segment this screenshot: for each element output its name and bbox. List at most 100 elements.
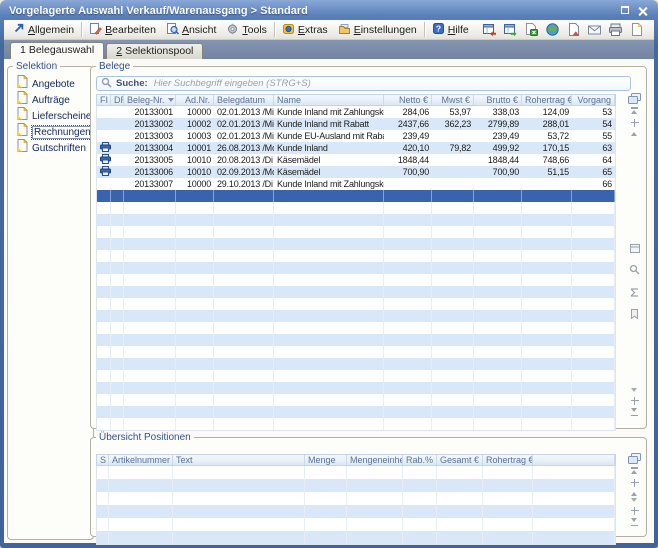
- search-input[interactable]: [152, 78, 626, 90]
- email-icon[interactable]: [587, 22, 602, 37]
- collapse-row-icon[interactable]: [629, 506, 640, 515]
- cell-ad_nr: [176, 418, 214, 430]
- menu-allgemein[interactable]: Allgemein: [8, 21, 79, 38]
- move-down-icon[interactable]: [629, 385, 640, 394]
- column-chooser-icon[interactable]: [628, 92, 641, 104]
- sidebar-item-gutschriften[interactable]: Gutschriften: [8, 140, 93, 156]
- globe-icon[interactable]: [545, 22, 560, 37]
- column-chooser-icon[interactable]: [628, 452, 641, 464]
- toolbar-icons: [482, 22, 644, 37]
- column-header-filler[interactable]: [533, 455, 615, 465]
- cell-rab: [403, 479, 437, 492]
- column-header-netto[interactable]: Netto €: [384, 95, 432, 105]
- table-row[interactable]: 201330021000202.01.2013 /MiKunde Inland …: [97, 118, 615, 130]
- cell-mwst: [432, 154, 474, 166]
- cell-text: [173, 479, 305, 492]
- cell-mwst: [432, 334, 474, 346]
- column-header-ad_nr[interactable]: Ad.Nr.: [176, 95, 214, 105]
- column-header-mwst[interactable]: Mwst €: [432, 95, 474, 105]
- menu-hilfe[interactable]: ? Hilfe: [427, 21, 474, 39]
- scroll-to-top-icon[interactable]: [629, 107, 640, 116]
- selected-row[interactable]: [97, 190, 615, 202]
- column-header-dr[interactable]: DR: [111, 95, 124, 105]
- scroll-to-bottom-icon[interactable]: [629, 407, 640, 416]
- cell-netto: [384, 262, 432, 274]
- sum-icon[interactable]: [630, 284, 639, 302]
- pdf-document-icon[interactable]: [566, 22, 581, 37]
- table-row[interactable]: 201330031000302.01.2013 /MiKunde EU-Ausl…: [97, 130, 615, 142]
- cell-fi: [97, 178, 111, 190]
- cell-brutto: [474, 286, 522, 298]
- cell-vorgang: [572, 334, 615, 346]
- cell-dr: [111, 382, 124, 394]
- column-header-rab[interactable]: Rab.%: [403, 455, 437, 465]
- positionen-grid-header: SArtikelnummerTextMengeMengeneinheitRab.…: [96, 454, 616, 466]
- restore-button[interactable]: [618, 5, 632, 17]
- bookmark-icon[interactable]: [630, 306, 639, 324]
- cell-name: [274, 190, 384, 202]
- table-row[interactable]: 201330041000126.08.2013 /MoKunde Inland4…: [97, 142, 615, 154]
- table-row[interactable]: 201330051001020.08.2013 /DiKäsemädel1848…: [97, 154, 615, 166]
- cell-beleg_nr: [124, 190, 176, 202]
- cell-beleg_nr: [124, 334, 176, 346]
- table-row[interactable]: 201330071000029.10.2013 /DiKunde Inland …: [97, 178, 615, 190]
- table-row[interactable]: 201330061001002.09.2013 /MoKäsemädel700,…: [97, 166, 615, 178]
- sidebar-item-lieferscheine[interactable]: Lieferscheine: [8, 108, 93, 124]
- sidebar-item-rechnungen[interactable]: Rechnungen: [8, 124, 93, 140]
- column-header-s[interactable]: S: [97, 455, 109, 465]
- cell-netto: [384, 370, 432, 382]
- column-header-menge[interactable]: Menge: [305, 455, 347, 465]
- column-header-brutto[interactable]: Brutto €: [474, 95, 522, 105]
- cell-netto: [384, 418, 432, 430]
- menu-extras[interactable]: Extras: [277, 21, 333, 39]
- cell-ad_nr: [176, 190, 214, 202]
- scroll-to-bottom-icon[interactable]: [629, 517, 640, 526]
- print-icon[interactable]: [608, 22, 623, 37]
- cell-netto: [384, 382, 432, 394]
- new-document-icon[interactable]: [629, 22, 644, 37]
- cell-ad_nr: [176, 394, 214, 406]
- menu-bearbeiten[interactable]: Bearbeiten: [84, 21, 161, 39]
- menu-einstellungen[interactable]: Einstellungen: [333, 21, 422, 39]
- scroll-to-top-icon[interactable]: [629, 467, 640, 476]
- menu-ansicht[interactable]: Ansicht: [161, 21, 221, 39]
- menu-tools[interactable]: Tools: [221, 21, 272, 39]
- column-header-text[interactable]: Text: [173, 455, 305, 465]
- column-header-mengeneinheit[interactable]: Mengeneinheit: [347, 455, 403, 465]
- cell-mwst: [432, 166, 474, 178]
- cell-netto: [384, 250, 432, 262]
- empty-row: [97, 479, 615, 492]
- column-header-belegdatum[interactable]: Belegdatum: [214, 95, 274, 105]
- cell-ad_nr: 10003: [176, 130, 214, 142]
- import-table-icon[interactable]: [482, 22, 497, 37]
- cell-beleg_nr: [124, 358, 176, 370]
- export-table-icon[interactable]: [503, 22, 518, 37]
- collapse-row-icon[interactable]: [629, 396, 640, 405]
- expand-row-icon[interactable]: [629, 478, 640, 487]
- column-header-rohertrag[interactable]: Rohertrag €: [483, 455, 533, 465]
- cell-artikelnummer: [109, 505, 173, 518]
- cell-name: [274, 286, 384, 298]
- cell-mwst: [432, 382, 474, 394]
- excel-export-icon[interactable]: [524, 22, 539, 37]
- preview-panel-icon[interactable]: [630, 240, 640, 258]
- column-header-vorgang[interactable]: Vorgang: [572, 95, 615, 105]
- tab-belegauswahl[interactable]: 1Belegauswahl: [10, 42, 104, 59]
- move-down-icon[interactable]: [629, 495, 640, 504]
- column-header-rohertrag[interactable]: Rohertrag €: [522, 95, 572, 105]
- tab-selektionspool[interactable]: 2Selektionspool: [106, 43, 203, 59]
- cell-netto: [384, 202, 432, 214]
- cell-rohertrag: 53,72: [522, 130, 572, 142]
- column-header-name[interactable]: Name: [274, 95, 384, 105]
- expand-row-icon[interactable]: [629, 118, 640, 127]
- close-button[interactable]: [636, 5, 650, 17]
- sidebar-item-angebote[interactable]: Angebote: [8, 76, 93, 92]
- zoom-search-icon[interactable]: [629, 262, 640, 280]
- sidebar-item-auftraege[interactable]: Aufträge: [8, 92, 93, 108]
- column-header-gesamt[interactable]: Gesamt €: [437, 455, 483, 465]
- move-up-icon[interactable]: [629, 129, 640, 138]
- column-header-fi[interactable]: FI: [97, 95, 111, 105]
- column-header-artikelnummer[interactable]: Artikelnummer: [109, 455, 173, 465]
- column-header-beleg_nr[interactable]: Beleg-Nr.: [124, 95, 176, 105]
- table-row[interactable]: 201330011000002.01.2013 /MiKunde Inland …: [97, 106, 615, 118]
